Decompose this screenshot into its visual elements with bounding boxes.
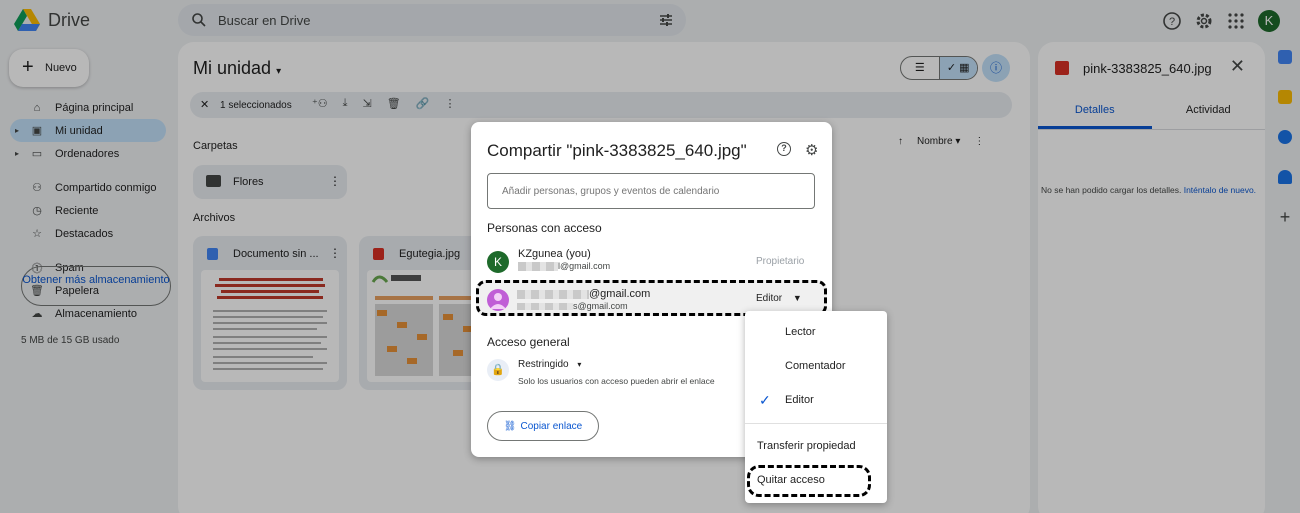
menu-item-transfer-ownership[interactable]: Transferir propiedad [745,432,887,462]
copy-link-button[interactable]: ⛓ Copiar enlace [487,411,599,441]
highlight-outline [747,465,871,497]
link-icon: ⛓ [503,420,517,432]
settings-icon[interactable]: ⚙ [805,141,818,159]
add-people-input[interactable] [487,173,815,209]
avatar: K [487,251,509,273]
menu-divider [745,423,887,424]
menu-item-editor[interactable]: ✓ Editor [745,386,887,416]
owner-email: l@gmail.com [518,261,610,272]
menu-item-commenter[interactable]: Comentador [745,352,887,382]
user-avatar-icon [487,289,509,311]
dropdown-arrow-icon: ▾ [577,360,582,369]
owner-name: KZgunea (you) [518,248,591,260]
people-heading: Personas con acceso [487,221,602,235]
dialog-title: Compartir "pink-3383825_640.jpg" [487,141,747,160]
shared-user-email: @gmail.com [517,288,650,300]
shared-user-email-secondary: s@gmail.com [517,301,628,311]
access-description: Solo los usuarios con acceso pueden abri… [518,376,715,386]
general-access-heading: Acceso general [487,335,570,349]
owner-row: K KZgunea (you) l@gmail.com Propietario [487,246,817,276]
role-dropdown[interactable]: Editor ▼ [756,293,802,304]
copy-link-label: Copiar enlace [520,420,583,432]
access-mode-dropdown[interactable]: Restringido ▾ [518,359,581,370]
dropdown-arrow-icon: ▼ [792,293,802,303]
lock-icon: 🔒 [487,359,509,381]
role-menu: Lector Comentador ✓ Editor Transferir pro… [745,311,887,503]
help-icon[interactable]: ? [777,142,791,156]
menu-item-viewer[interactable]: Lector [745,318,887,348]
owner-role: Propietario [756,256,805,267]
check-icon: ✓ [759,392,771,408]
